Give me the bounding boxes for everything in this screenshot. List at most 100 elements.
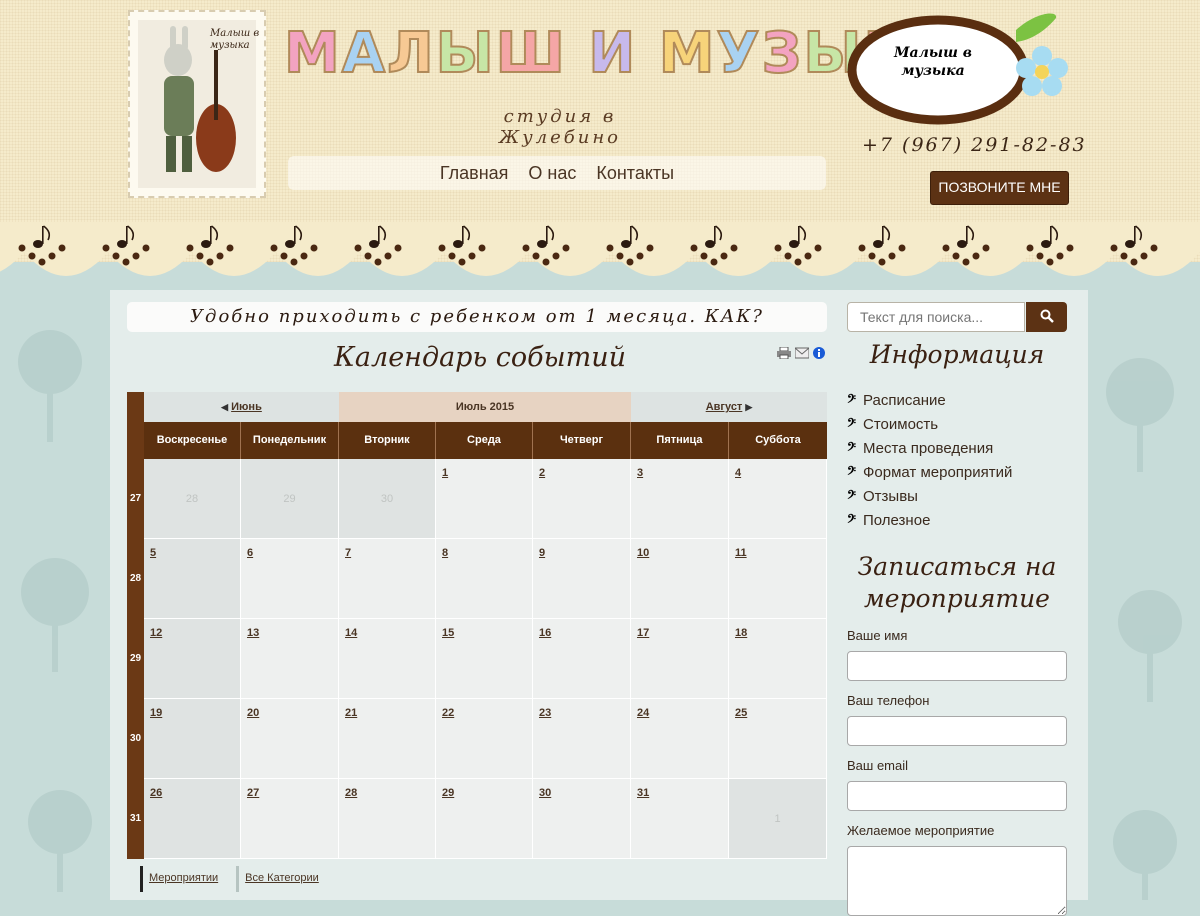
day-number[interactable]: 8 [442, 547, 448, 559]
info-menu-label: Места проведения [863, 440, 994, 457]
info-icon[interactable] [813, 344, 827, 359]
search-button[interactable] [1026, 302, 1067, 332]
calendar-day-cell[interactable]: 13 [241, 619, 339, 699]
calendar-day-cell[interactable]: 8 [436, 539, 533, 619]
info-menu-item[interactable]: 𝄢 Отзывы [847, 484, 1067, 508]
day-number[interactable]: 28 [345, 787, 357, 799]
day-number[interactable]: 6 [247, 547, 253, 559]
calendar-day-cell[interactable]: 4 [729, 459, 827, 539]
calendar-day-cell[interactable]: 20 [241, 699, 339, 779]
logo-stamp[interactable]: Малыш в музыка [128, 10, 266, 198]
day-number[interactable]: 26 [150, 787, 162, 799]
nav-contacts[interactable]: Контакты [596, 163, 674, 184]
calendar-day-cell[interactable]: 5 [144, 539, 241, 619]
calendar-day-cell[interactable]: 6 [241, 539, 339, 619]
info-menu-item[interactable]: 𝄢 Расписание [847, 388, 1067, 412]
day-number[interactable]: 23 [539, 707, 551, 719]
day-number[interactable]: 20 [247, 707, 259, 719]
info-menu-item[interactable]: 𝄢 Стоимость [847, 412, 1067, 436]
calendar-day-cell[interactable]: 29 [436, 779, 533, 859]
calendar-day-cell[interactable]: 30 [533, 779, 631, 859]
day-number[interactable]: 30 [539, 787, 551, 799]
day-number[interactable]: 11 [735, 547, 747, 559]
calendar-day-cell[interactable]: 27 [241, 779, 339, 859]
day-number: 30 [380, 493, 394, 505]
calendar-day-cell[interactable]: 15 [436, 619, 533, 699]
day-number[interactable]: 24 [637, 707, 649, 719]
calendar-day-cell[interactable]: 12 [144, 619, 241, 699]
day-number[interactable]: 25 [735, 707, 747, 719]
day-number[interactable]: 2 [539, 467, 545, 479]
day-number[interactable]: 29 [442, 787, 454, 799]
calendar-day-cell[interactable]: 21 [339, 699, 436, 779]
filter-events[interactable]: Мероприятии [140, 866, 224, 892]
calendar-day-cell[interactable]: 25 [729, 699, 827, 779]
calendar-day-cell[interactable]: 11 [729, 539, 827, 619]
day-number[interactable]: 27 [247, 787, 259, 799]
day-number[interactable]: 5 [150, 547, 156, 559]
calendar-day-cell[interactable]: 18 [729, 619, 827, 699]
phone-number[interactable]: +7 (967) 291-82-83 [862, 134, 1085, 156]
day-number[interactable]: 19 [150, 707, 162, 719]
info-menu-label: Расписание [863, 392, 946, 409]
name-field[interactable] [847, 651, 1067, 681]
calendar-day-cell[interactable]: 31 [631, 779, 729, 859]
print-icon[interactable] [777, 344, 791, 360]
event-field[interactable] [847, 846, 1067, 916]
day-number[interactable]: 9 [539, 547, 545, 559]
search-input[interactable] [847, 302, 1025, 332]
weekday-thursday: Четверг [533, 422, 631, 459]
day-number[interactable]: 4 [735, 467, 741, 479]
day-number[interactable]: 18 [735, 627, 747, 639]
day-number[interactable]: 21 [345, 707, 357, 719]
info-menu-item[interactable]: 𝄢 Места проведения [847, 436, 1067, 460]
prev-month-link[interactable]: Июнь [231, 401, 262, 413]
calendar-day-cell[interactable]: 2 [533, 459, 631, 539]
calendar-day-cell[interactable]: 19 [144, 699, 241, 779]
calendar-day-cell[interactable]: 22 [436, 699, 533, 779]
day-number[interactable]: 1 [442, 467, 448, 479]
promo-banner[interactable]: Удобно приходить с ребенком от 1 месяца.… [127, 302, 827, 332]
calendar-day-cell[interactable]: 14 [339, 619, 436, 699]
calendar-day-cell[interactable]: 1 [436, 459, 533, 539]
calendar-day-cell[interactable]: 9 [533, 539, 631, 619]
day-number[interactable]: 13 [247, 627, 259, 639]
calendar-day-cell[interactable]: 7 [339, 539, 436, 619]
email-icon[interactable] [794, 344, 810, 359]
day-number[interactable]: 12 [150, 627, 162, 639]
calendar-day-cell[interactable]: 23 [533, 699, 631, 779]
calendar-day-cell[interactable]: 24 [631, 699, 729, 779]
site-title: МАЛЫШ И МУЗЫКА [283, 21, 956, 87]
day-number[interactable]: 7 [345, 547, 351, 559]
day-number[interactable]: 10 [637, 547, 649, 559]
nav-about[interactable]: О нас [528, 163, 576, 184]
email-field[interactable] [847, 781, 1067, 811]
nav-home[interactable]: Главная [440, 163, 509, 184]
round-logo[interactable]: Малыш в музыка [846, 8, 1070, 126]
title-letter: З [761, 21, 804, 87]
day-number[interactable]: 14 [345, 627, 357, 639]
title-letter: Л [386, 21, 436, 87]
day-number[interactable]: 16 [539, 627, 551, 639]
calendar-day-cell[interactable]: 16 [533, 619, 631, 699]
calendar-day-cell[interactable]: 17 [631, 619, 729, 699]
day-number[interactable]: 22 [442, 707, 454, 719]
day-number[interactable]: 3 [637, 467, 643, 479]
info-menu-item[interactable]: 𝄢 Формат мероприятий [847, 460, 1067, 484]
title-letter: М [658, 21, 717, 87]
day-number[interactable]: 31 [637, 787, 649, 799]
calendar-day-cell[interactable]: 28 [339, 779, 436, 859]
phone-field[interactable] [847, 716, 1067, 746]
info-menu-item[interactable]: 𝄢 Полезное [847, 508, 1067, 532]
next-month-link[interactable]: Август [706, 401, 743, 413]
filter-all-categories[interactable]: Все Категории [236, 866, 325, 892]
search-icon [1040, 309, 1054, 323]
day-number[interactable]: 15 [442, 627, 454, 639]
weekday-sunday: Воскресенье [144, 422, 241, 459]
call-me-button[interactable]: ПОЗВОНИТЕ МНЕ [930, 171, 1069, 205]
calendar-day-cell[interactable]: 3 [631, 459, 729, 539]
calendar-day-cell[interactable]: 26 [144, 779, 241, 859]
calendar-day-cell[interactable]: 10 [631, 539, 729, 619]
title-letter: И [587, 21, 638, 87]
day-number[interactable]: 17 [637, 627, 649, 639]
